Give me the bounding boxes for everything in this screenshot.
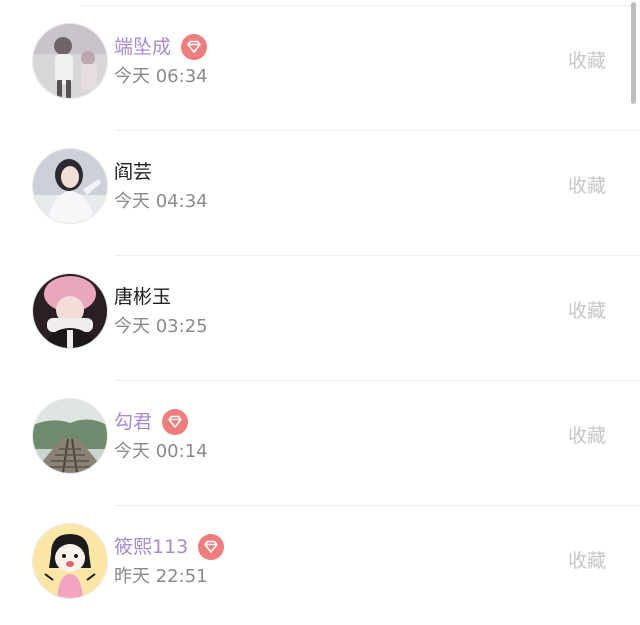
avatar[interactable] bbox=[32, 273, 108, 349]
divider bbox=[115, 130, 640, 131]
avatar-cartoon-girl-icon bbox=[33, 524, 107, 598]
timestamp: 今天 06:34 bbox=[114, 66, 208, 87]
list-item[interactable]: 筱熙113 昨天 22:51 收藏 bbox=[0, 500, 640, 625]
divider bbox=[115, 380, 640, 381]
avatar[interactable] bbox=[32, 398, 108, 474]
list-item[interactable]: 阎芸 今天 04:34 收藏 bbox=[0, 125, 640, 250]
divider bbox=[115, 505, 640, 506]
user-name[interactable]: 唐彬玉 bbox=[114, 280, 171, 314]
diamond-icon bbox=[162, 409, 189, 435]
avatar[interactable] bbox=[32, 23, 108, 99]
avatar[interactable] bbox=[32, 523, 108, 599]
collect-button[interactable]: 收藏 bbox=[568, 46, 606, 73]
diamond-icon bbox=[198, 534, 225, 560]
collect-button[interactable]: 收藏 bbox=[568, 296, 606, 323]
user-name[interactable]: 勾君 bbox=[114, 405, 152, 439]
avatar-photo-railway-icon bbox=[33, 399, 107, 473]
divider bbox=[80, 5, 640, 6]
collect-button[interactable]: 收藏 bbox=[568, 421, 606, 448]
timestamp: 昨天 22:51 bbox=[114, 566, 208, 587]
timestamp: 今天 03:25 bbox=[114, 316, 208, 337]
avatar-photo-girl-white-dress-icon bbox=[33, 24, 107, 98]
list-item[interactable]: 端坠成 今天 06:34 收藏 bbox=[0, 0, 640, 125]
avatar[interactable] bbox=[32, 148, 108, 224]
avatar-photo-girl-white-top-icon bbox=[33, 149, 107, 223]
list-item[interactable]: 唐彬玉 今天 03:25 收藏 bbox=[0, 250, 640, 375]
user-name[interactable]: 端坠成 bbox=[114, 30, 171, 64]
divider bbox=[115, 255, 640, 256]
avatar-photo-girl-pink-hat-icon bbox=[33, 274, 107, 348]
timestamp: 今天 04:34 bbox=[114, 191, 208, 212]
vertical-scrollbar[interactable] bbox=[631, 2, 636, 104]
favorites-list: 端坠成 今天 06:34 收藏 阎芸 今天 04:34 收藏 唐彬玉 今天 03… bbox=[0, 0, 640, 616]
collect-button[interactable]: 收藏 bbox=[568, 546, 606, 573]
diamond-icon bbox=[181, 34, 208, 60]
collect-button[interactable]: 收藏 bbox=[568, 171, 606, 198]
user-name[interactable]: 筱熙113 bbox=[114, 530, 188, 564]
timestamp: 今天 00:14 bbox=[114, 441, 208, 462]
user-name[interactable]: 阎芸 bbox=[114, 155, 152, 189]
list-item[interactable]: 勾君 今天 00:14 收藏 bbox=[0, 375, 640, 500]
